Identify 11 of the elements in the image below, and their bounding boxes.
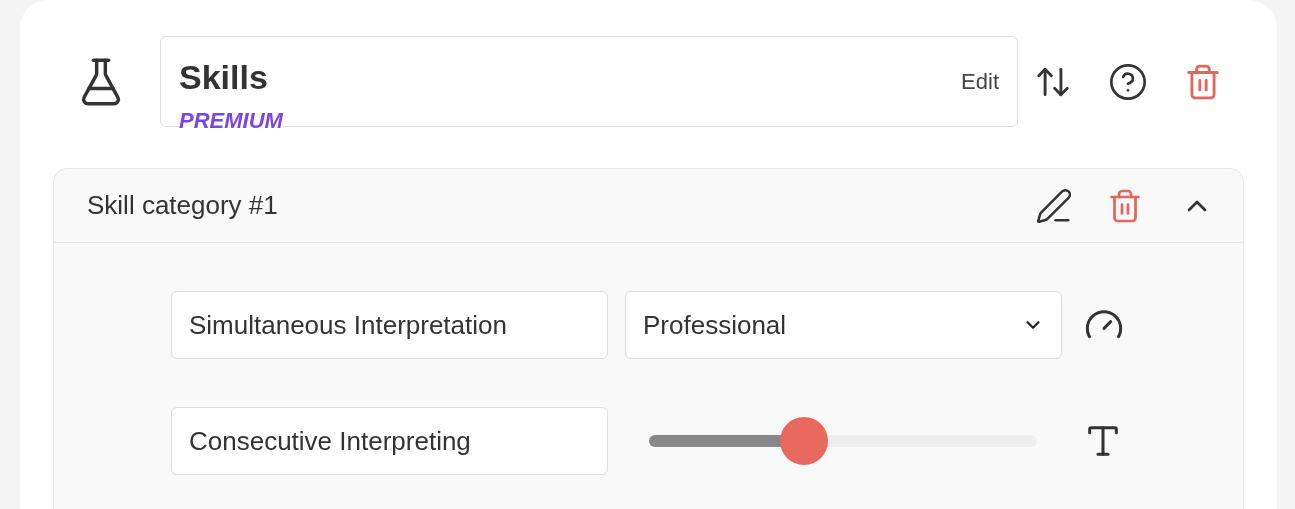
level-dropdown[interactable]: Professional bbox=[625, 291, 1062, 359]
section-title: Skills bbox=[179, 57, 268, 98]
delete-icon[interactable] bbox=[1107, 187, 1143, 224]
category-title: Skill category #1 bbox=[87, 189, 279, 222]
skill-name-field[interactable]: Simultaneous Interpretation bbox=[171, 291, 608, 359]
delete-icon[interactable] bbox=[1184, 62, 1222, 101]
skill-name-field[interactable]: Consecutive Interpreting bbox=[171, 407, 608, 475]
edit-link[interactable]: Edit bbox=[961, 65, 999, 98]
slider-thumb[interactable] bbox=[780, 417, 829, 465]
help-icon[interactable] bbox=[1108, 61, 1148, 102]
pencil-icon[interactable] bbox=[1035, 186, 1073, 225]
